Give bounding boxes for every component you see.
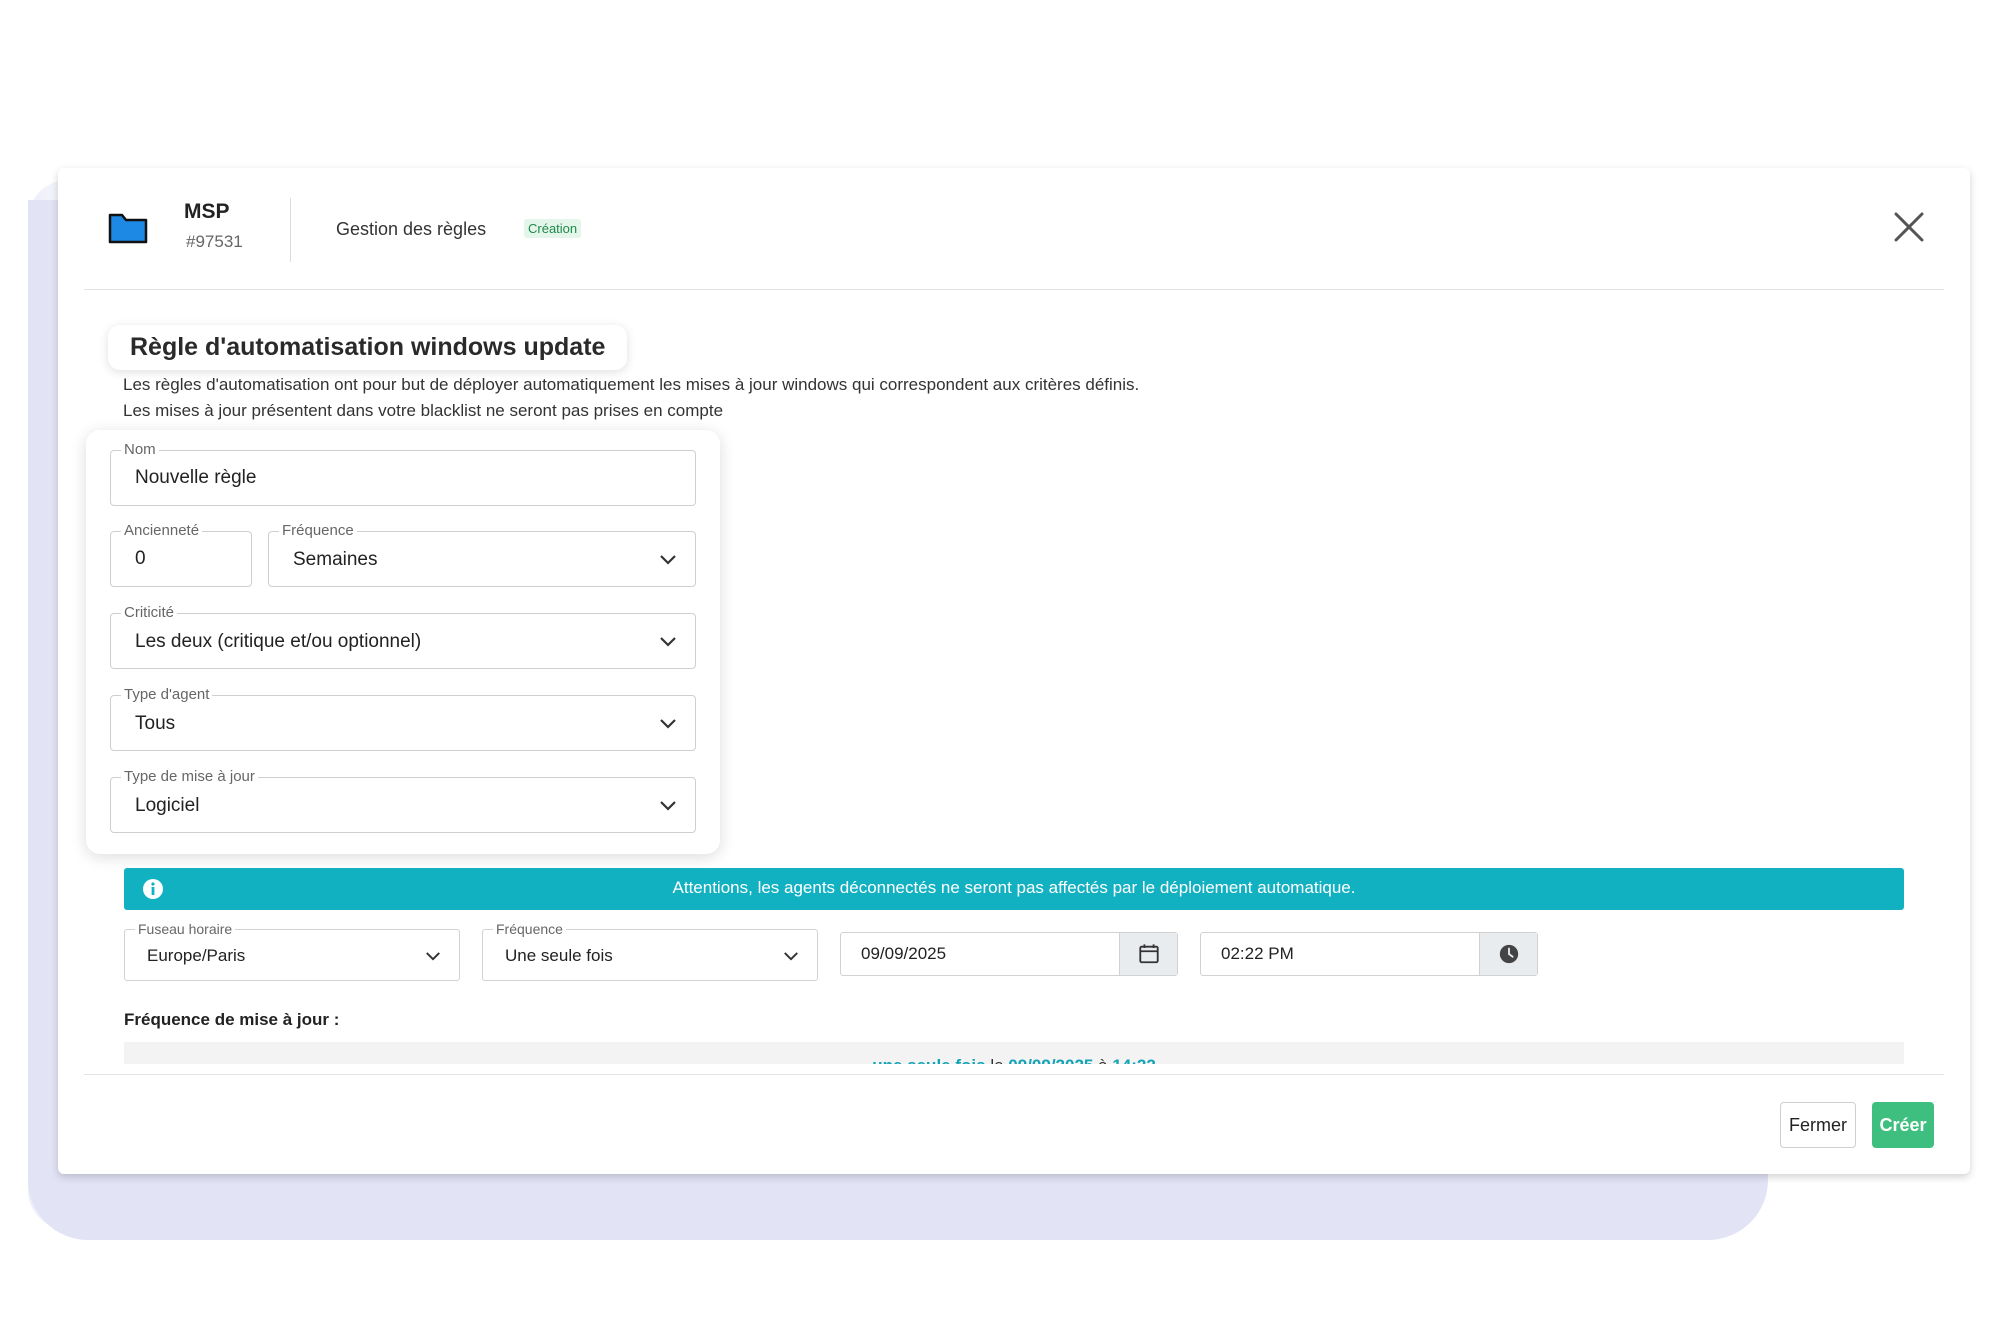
rule-modal: MSP #97531 Gestion des règles Création R… bbox=[58, 168, 1970, 1174]
age-value: 0 bbox=[135, 548, 146, 569]
summary-date: 09/09/2025 bbox=[1008, 1056, 1093, 1064]
update-type-select[interactable]: Type de mise à jour Logiciel bbox=[110, 768, 696, 833]
agent-type-label: Type d'agent bbox=[121, 686, 213, 703]
timezone-value: Europe/Paris bbox=[147, 946, 246, 965]
criticity-value: Les deux (critique et/ou optionnel) bbox=[135, 631, 422, 652]
close-button[interactable]: Fermer bbox=[1780, 1102, 1856, 1148]
time-value: 02:22 PM bbox=[1221, 944, 1294, 963]
schedule-frequency-value: Une seule fois bbox=[505, 946, 613, 965]
warning-alert: Attentions, les agents déconnectés ne se… bbox=[124, 868, 1904, 910]
date-input[interactable]: 09/09/2025 bbox=[840, 932, 1178, 976]
frequency-label: Fréquence bbox=[279, 522, 357, 539]
calendar-icon bbox=[1139, 944, 1159, 964]
frequency-summary: une seule fois le 09/09/2025 à 14:22 bbox=[124, 1042, 1904, 1064]
rule-description-1: Les règles d'automatisation ont pour but… bbox=[123, 375, 1140, 394]
modal-header: MSP #97531 Gestion des règles Création bbox=[84, 168, 1944, 290]
age-label: Ancienneté bbox=[121, 522, 203, 539]
frequency-select[interactable]: Fréquence Semaines bbox=[268, 522, 696, 587]
section-title: Gestion des règles bbox=[336, 219, 487, 239]
footer-divider bbox=[84, 1074, 1944, 1075]
header-divider bbox=[290, 198, 291, 262]
rule-title: Règle d'automatisation windows update bbox=[108, 325, 628, 370]
criticity-label: Criticité bbox=[121, 604, 178, 621]
status-badge: Création bbox=[524, 219, 582, 238]
chevron-down-icon bbox=[660, 555, 676, 565]
folder-icon bbox=[108, 213, 148, 244]
update-frequency-title: Fréquence de mise à jour : bbox=[124, 1010, 340, 1029]
chevron-down-icon bbox=[426, 952, 440, 961]
close-icon[interactable] bbox=[1892, 210, 1926, 244]
summary-time: 14:22 bbox=[1112, 1056, 1155, 1064]
name-field[interactable]: Nom Nouvelle règle bbox=[110, 441, 696, 506]
alert-text: Attentions, les agents déconnectés ne se… bbox=[672, 878, 1356, 897]
chevron-down-icon bbox=[660, 719, 676, 729]
age-field[interactable]: Ancienneté 0 bbox=[110, 522, 252, 587]
summary-frequency: une seule fois bbox=[872, 1056, 985, 1064]
agent-type-select[interactable]: Type d'agent Tous bbox=[110, 686, 696, 751]
name-label: Nom bbox=[121, 441, 159, 458]
clock-icon bbox=[1499, 944, 1519, 964]
date-picker-button[interactable] bbox=[1119, 933, 1177, 975]
org-id: #97531 bbox=[186, 232, 243, 251]
create-button[interactable]: Créer bbox=[1872, 1102, 1934, 1148]
update-type-value: Logiciel bbox=[135, 795, 200, 816]
timezone-select[interactable]: Fuseau horaire Europe/Paris bbox=[124, 921, 460, 981]
org-name: MSP bbox=[184, 200, 230, 223]
name-value: Nouvelle règle bbox=[135, 467, 257, 488]
criticity-select[interactable]: Criticité Les deux (critique et/ou optio… bbox=[110, 604, 696, 669]
frequency-value: Semaines bbox=[293, 549, 378, 570]
chevron-down-icon bbox=[784, 952, 798, 961]
summary-middle: le bbox=[990, 1056, 1003, 1064]
agent-type-value: Tous bbox=[135, 713, 176, 734]
time-input[interactable]: 02:22 PM bbox=[1200, 932, 1538, 976]
frequency-summary-text: une seule fois le 09/09/2025 à 14:22 bbox=[124, 1056, 1904, 1064]
chevron-down-icon bbox=[660, 637, 676, 647]
time-picker-button[interactable] bbox=[1479, 933, 1537, 975]
date-value: 09/09/2025 bbox=[861, 944, 947, 963]
schedule-frequency-label: Fréquence bbox=[493, 921, 566, 937]
update-type-label: Type de mise à jour bbox=[121, 768, 258, 785]
chevron-down-icon bbox=[660, 801, 676, 811]
timezone-label: Fuseau horaire bbox=[135, 921, 236, 937]
schedule-frequency-select[interactable]: Fréquence Une seule fois bbox=[482, 921, 818, 981]
summary-at: à bbox=[1098, 1056, 1107, 1064]
rule-description-2: Les mises à jour présentent dans votre b… bbox=[123, 401, 724, 420]
rule-form-card: Nom Nouvelle règle Ancienneté 0 Fréquenc… bbox=[86, 430, 720, 854]
